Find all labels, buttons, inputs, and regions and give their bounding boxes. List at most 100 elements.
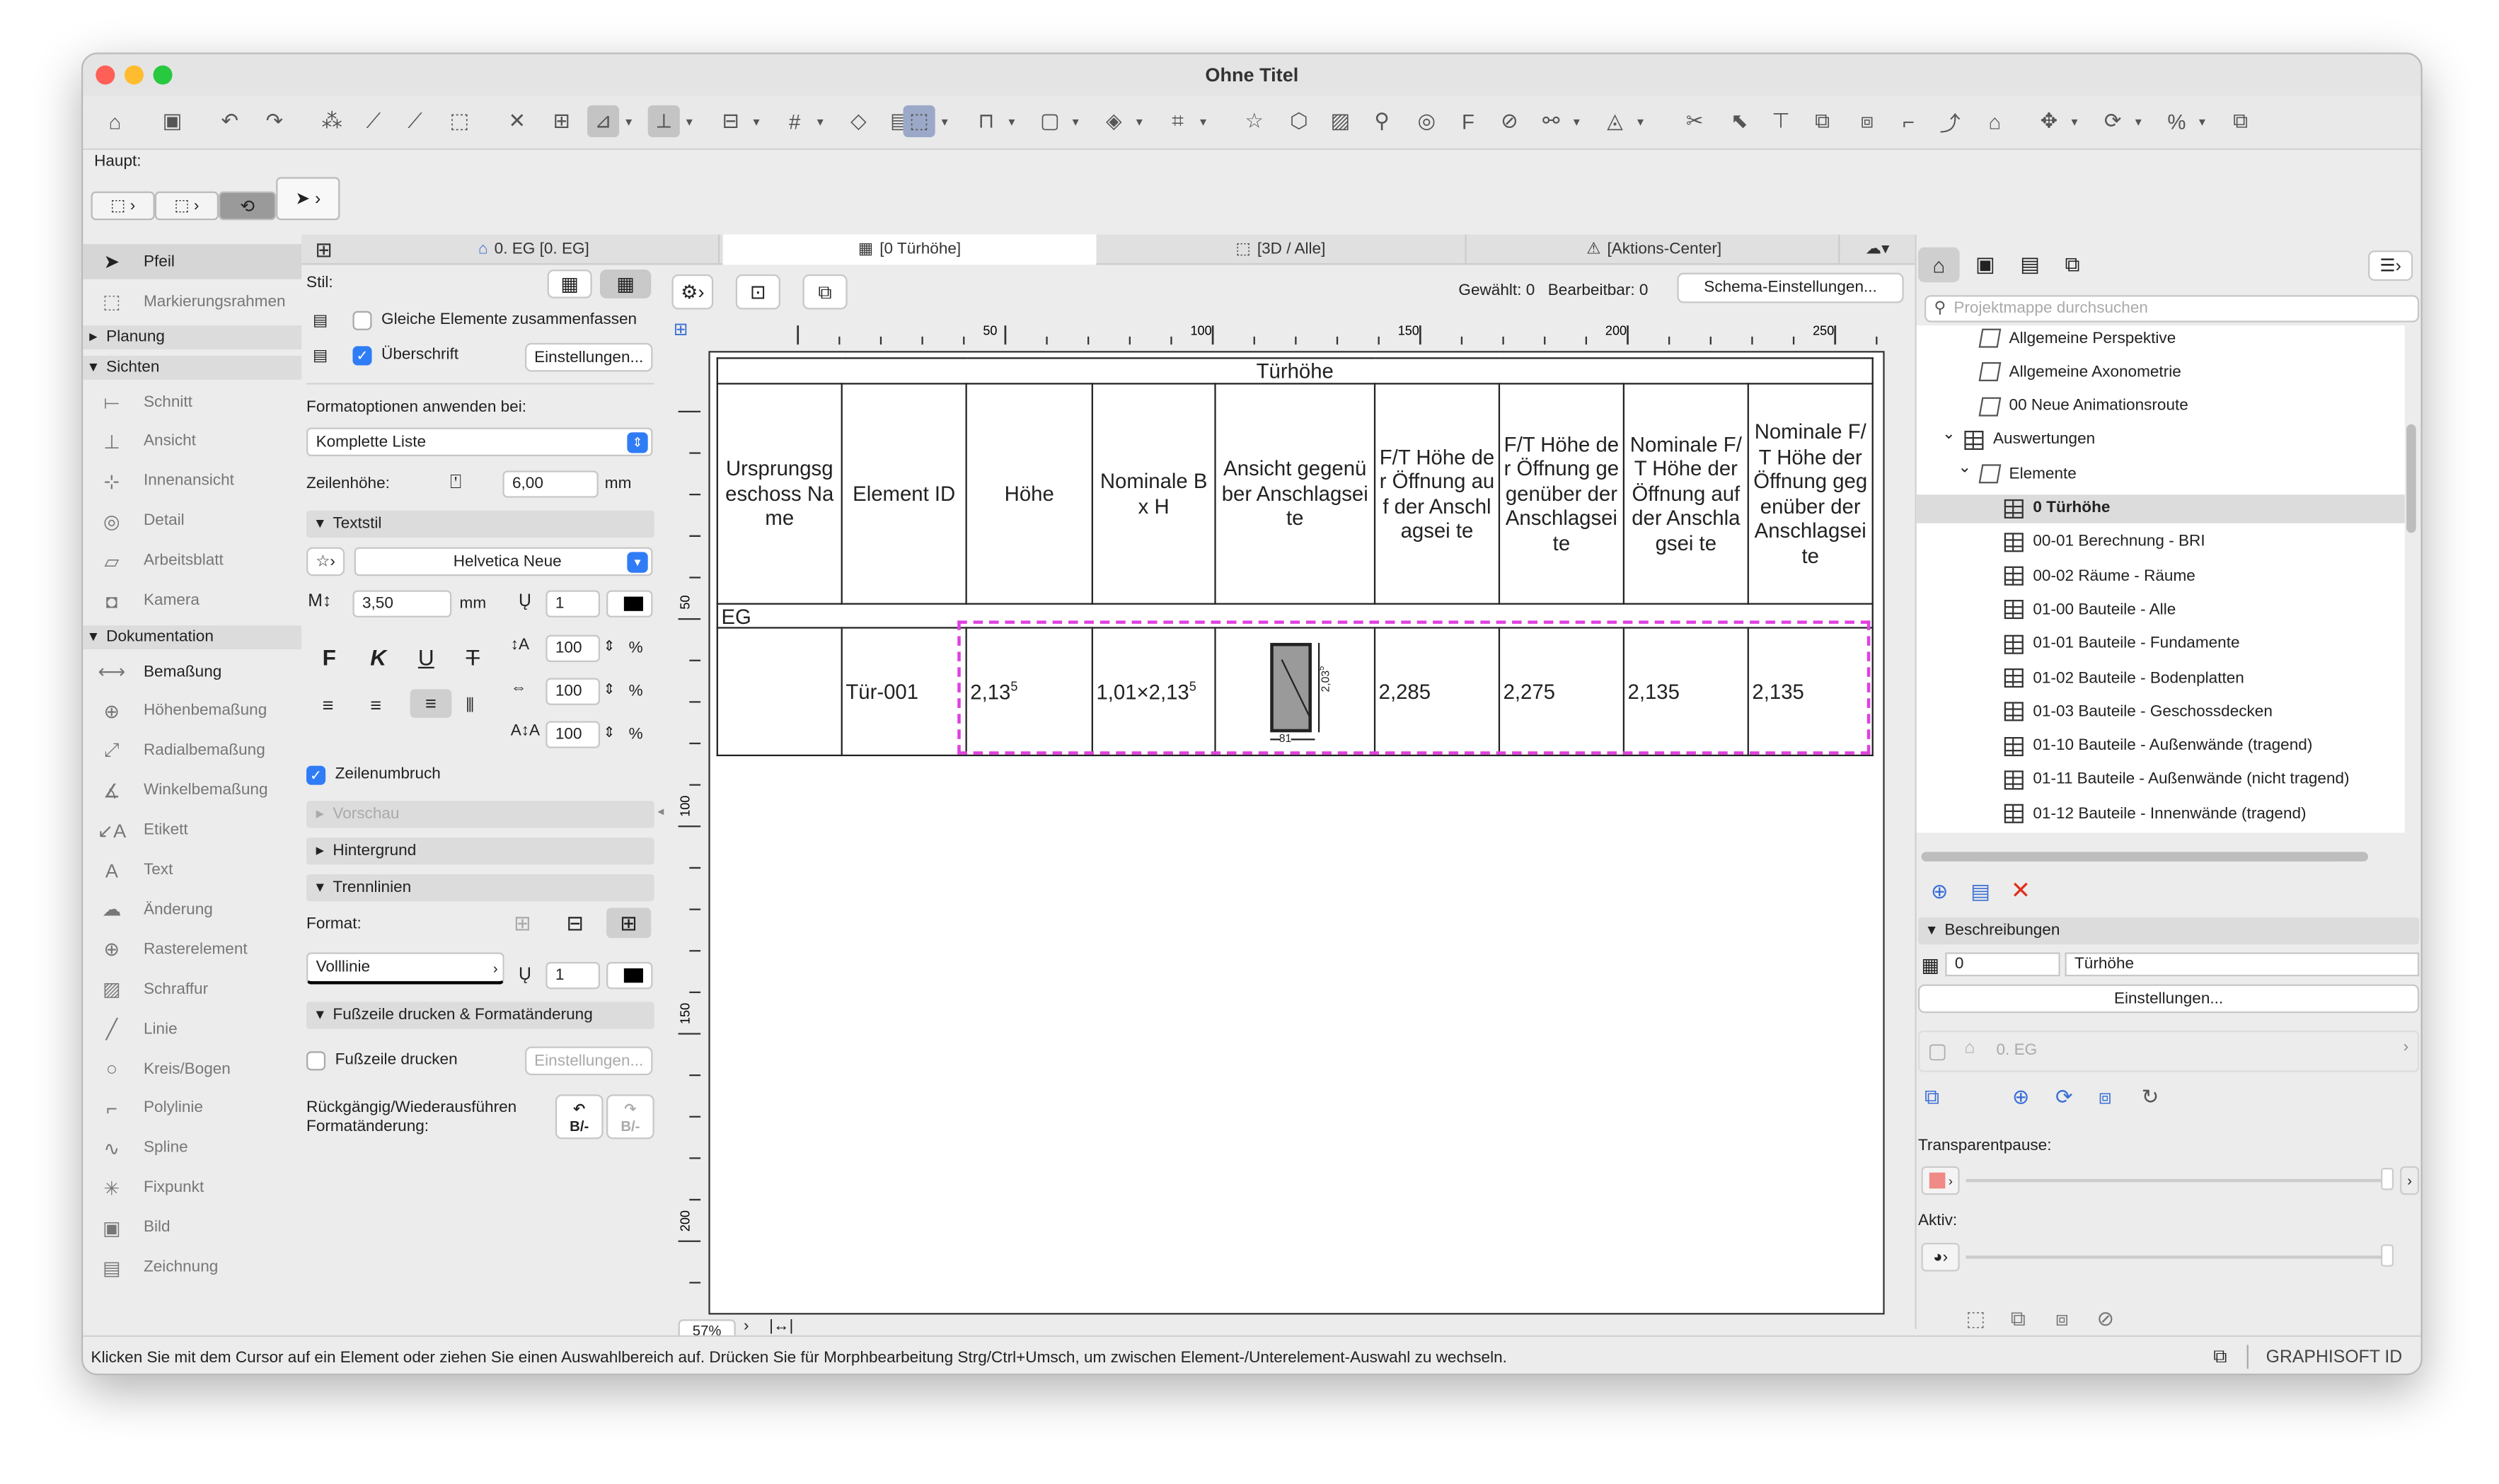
stepper-icon[interactable]: ⇕ <box>604 638 616 656</box>
tree-item[interactable]: 0 Türhöhe <box>1916 494 2405 523</box>
section-fusszeile[interactable]: ▾ Fußzeile drucken & Formatänderung <box>306 1002 654 1029</box>
text-color-swatch[interactable] <box>606 590 653 618</box>
arrow-tool-button[interactable]: ➤ › <box>276 177 340 221</box>
chevron-down-icon[interactable]: ▾ <box>1197 105 1210 137</box>
grid-rows-icon[interactable]: ⊟ <box>567 911 584 937</box>
chevron-right-icon[interactable]: › <box>2400 1166 2420 1195</box>
multiply-icon[interactable]: ⧉ <box>2224 105 2256 137</box>
fit-width-icon[interactable]: |↔| <box>769 1318 793 1335</box>
extend-icon[interactable]: ⊤ <box>1765 105 1796 137</box>
align-justify-icon[interactable]: ⫴ <box>466 694 474 718</box>
inject-icon[interactable]: ⟋ <box>399 105 431 137</box>
layer-icon[interactable]: ▢ <box>1928 1038 1948 1064</box>
selection-method-button[interactable]: ⬚ › <box>91 191 155 221</box>
chevron-down-icon[interactable]: ⌄ <box>1958 460 1971 477</box>
tab-menu-icon[interactable]: ☁▾ <box>1840 235 1915 265</box>
tree-vscrollbar[interactable] <box>2406 424 2416 533</box>
tool-schnitt[interactable]: ⟝ Schnitt <box>83 385 301 420</box>
tree-item[interactable]: 00-02 Räume - Räume <box>1917 562 2405 591</box>
zoom-region-icon[interactable]: ⊕ <box>2012 1085 2030 1111</box>
font-select[interactable]: Helvetica Neue ▾ <box>354 547 653 576</box>
rotate-icon[interactable]: ⬚ <box>444 105 475 137</box>
tool-text[interactable]: A Text <box>83 853 301 888</box>
tool-ansicht[interactable]: ⊥ Ansicht <box>83 424 301 460</box>
format-scope-select[interactable]: Komplette Liste ⇕ <box>306 427 653 457</box>
rotate-copy-icon[interactable]: ⟳ <box>2097 105 2129 137</box>
tree-item[interactable]: 00 Neue Animationsroute <box>1917 392 2405 421</box>
navigator-tool-1-icon[interactable]: ⬚ <box>1966 1306 1986 1332</box>
tab-floor-plan[interactable]: ⌂ 0. EG [0. EG] <box>350 234 720 265</box>
lock-icon[interactable]: ⊓ <box>970 105 1002 137</box>
section-textstil[interactable]: ▾ Textstil <box>306 510 654 538</box>
undo-icon[interactable]: ↶ <box>214 105 246 137</box>
section-planung[interactable]: ▸ Planung <box>83 325 302 349</box>
tag-icon[interactable]: ⊘ <box>1494 105 1525 137</box>
tool-rasterelement[interactable]: ⊕ Rasterelement <box>83 932 301 968</box>
tree-item[interactable]: 01-03 Bauteile - Geschossdecken <box>1917 697 2405 726</box>
section-trennlinien[interactable]: ▾ Trennlinien <box>306 874 654 902</box>
text-pen-input[interactable]: 1 <box>546 590 601 618</box>
active-slider-handle[interactable] <box>2381 1244 2394 1267</box>
fit-icon[interactable]: ⧉ <box>1924 1085 1939 1111</box>
tool-arbeitsblatt[interactable]: ▱ Arbeitsblatt <box>83 543 301 579</box>
schedule-id-input[interactable]: 0 <box>1945 952 2060 977</box>
fillet-icon[interactable]: ⌐ <box>1893 105 1924 137</box>
grid-all-icon[interactable]: ⊞ <box>606 908 652 939</box>
ruler-origin-icon[interactable]: ⊞ <box>674 319 703 348</box>
align-icon[interactable]: ⌗ <box>1162 105 1194 137</box>
line-pen-input[interactable]: 1 <box>546 962 601 990</box>
chevron-down-icon[interactable]: ▾ <box>938 105 951 137</box>
publisher-icon[interactable]: ⧉ <box>2065 252 2079 277</box>
tab-schedule[interactable]: ▦ [0 Türhöhe] <box>722 234 1097 265</box>
tool-höhenbemaßung[interactable]: ⊕ Höhenbemaßung <box>83 694 301 729</box>
navigator-tool-2-icon[interactable]: ⧉ <box>2011 1306 2026 1332</box>
chevron-down-icon[interactable]: ▾ <box>1570 105 1583 137</box>
tree-item[interactable]: 01-02 Bauteile - Bodenplatten <box>1917 663 2405 692</box>
camera-icon[interactable]: ◎ <box>1411 105 1443 137</box>
schedule-name-input[interactable]: Türhöhe <box>2065 952 2420 977</box>
merge-checkbox[interactable] <box>352 311 372 330</box>
window-layout-icon[interactable]: ⧉ <box>2213 1345 2227 1369</box>
font-size-input[interactable]: 3,50 <box>352 590 452 618</box>
section-vorschau[interactable]: ▸ Vorschau <box>306 801 654 828</box>
suspend-groups-icon[interactable]: ⊟ <box>715 105 746 137</box>
tool-zeichnung[interactable]: ▤ Zeichnung <box>83 1250 301 1285</box>
trace-color-button[interactable]: › <box>1921 1166 1960 1195</box>
underline-button[interactable]: U <box>418 644 434 670</box>
fit-view-icon[interactable]: ⊡ <box>735 274 780 310</box>
chevron-down-icon[interactable]: ▾ <box>2068 105 2081 137</box>
tool-bemaßung[interactable]: ⟷ Bemaßung <box>83 654 301 690</box>
stepper-icon[interactable]: ⇕ <box>604 681 616 699</box>
roof-icon[interactable]: ⌂ <box>1979 105 2011 137</box>
tab-overview-icon[interactable]: ⊞ <box>301 235 346 265</box>
tree-hscrollbar[interactable] <box>1921 852 2369 862</box>
chevron-down-icon[interactable]: ▾ <box>623 105 635 137</box>
row-height-input[interactable]: 6,00 <box>502 470 599 498</box>
header-checkbox[interactable]: ✓ <box>352 346 372 366</box>
section-beschreibungen[interactable]: ▾ Beschreibungen <box>1917 917 2420 945</box>
tree-item[interactable]: ⌄ Elemente <box>1917 460 2405 489</box>
project-map-search[interactable]: ⚲ Projektmappe durchsuchen <box>1924 295 2420 323</box>
style-grid-button[interactable]: ▦ <box>600 269 652 298</box>
group-icon[interactable]: ▢ <box>1034 105 1066 137</box>
pick-up-icon[interactable]: ⟋ <box>357 105 389 137</box>
view-map-icon[interactable]: ▣ <box>1975 252 1995 277</box>
section-hintergrund[interactable]: ▸ Hintergrund <box>306 837 654 865</box>
tool-pfeil[interactable]: ➤ Pfeil <box>83 244 302 279</box>
format-undo-button[interactable]: ↶ B/- <box>555 1094 604 1140</box>
favorite-icon[interactable]: ☆ <box>1238 105 1270 137</box>
footer-checkbox[interactable] <box>306 1051 326 1071</box>
chevron-down-icon[interactable]: ▾ <box>2132 105 2145 137</box>
active-slider[interactable] <box>1966 1255 2391 1259</box>
redo-icon[interactable]: ↷ <box>258 105 290 137</box>
tool-fixpunkt[interactable]: ✳ Fixpunkt <box>83 1171 301 1206</box>
marquee-select-icon[interactable]: ⬚ <box>903 105 935 137</box>
trace-slider[interactable] <box>1966 1178 2391 1183</box>
curve-icon[interactable]: ⤴ <box>1934 105 1966 137</box>
line-spacing-input[interactable]: 100 <box>546 721 601 748</box>
settings-list-icon[interactable]: ▤ <box>1970 879 1990 905</box>
tool-markierungsrahmen[interactable]: ⬚ Markierungsrahmen <box>83 284 301 319</box>
section-sichten[interactable]: ▾ Sichten <box>83 355 302 380</box>
move-icon[interactable]: ✥ <box>2033 105 2065 137</box>
image-icon[interactable]: ▨ <box>1324 105 1356 137</box>
